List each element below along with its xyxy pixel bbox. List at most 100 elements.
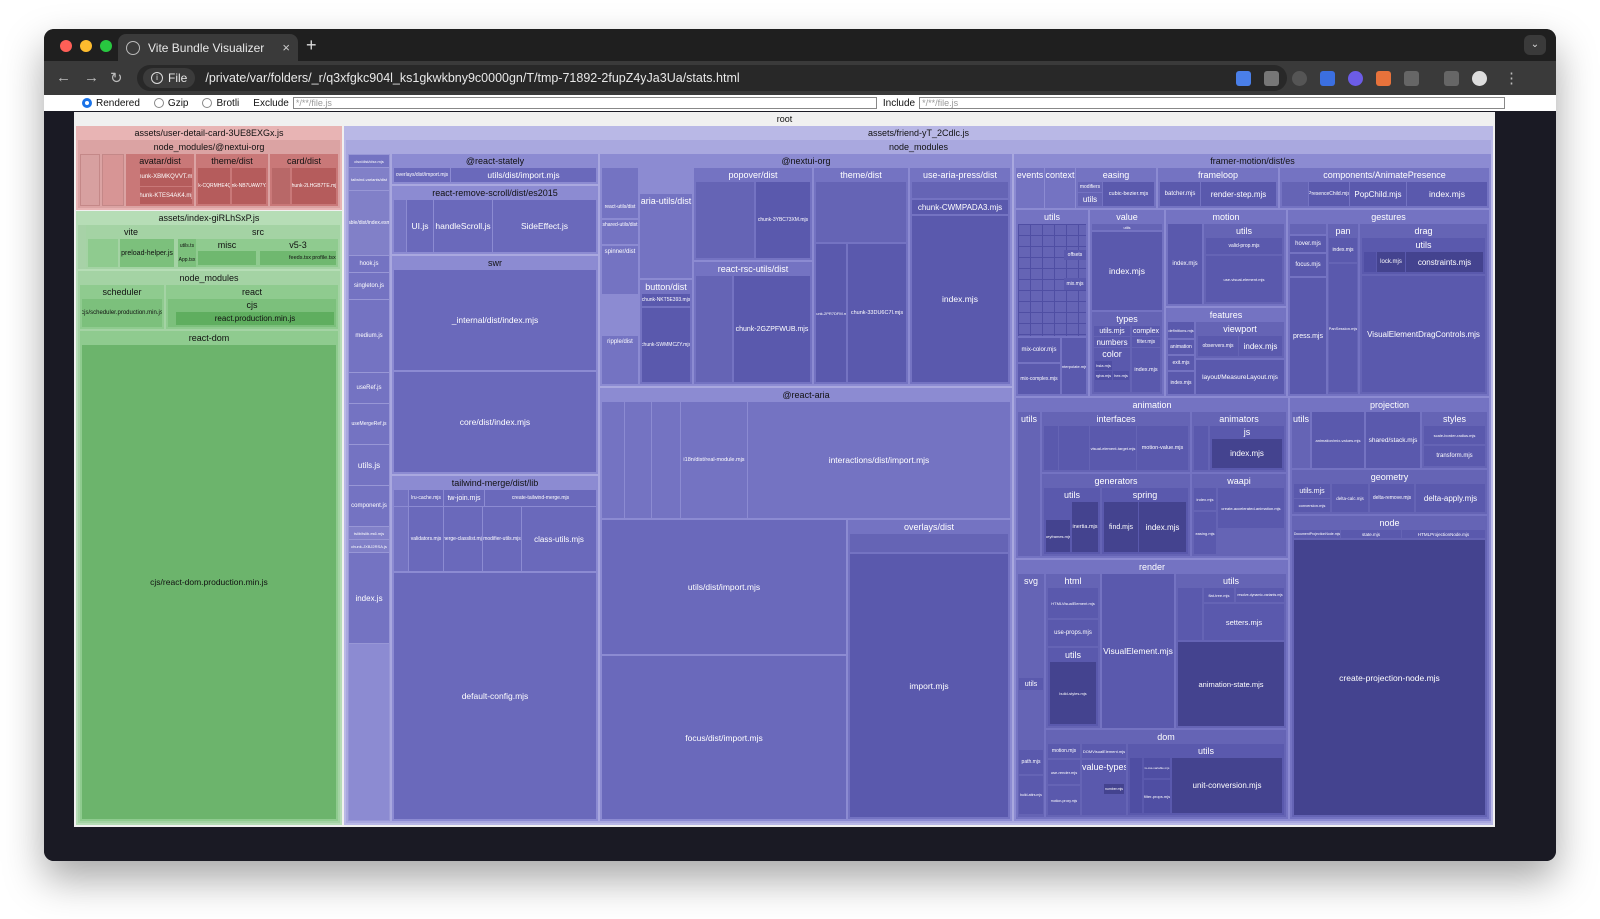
merge-classlist-file[interactable]: merge-classlist.mjs bbox=[444, 507, 482, 571]
utils-js-file[interactable]: utils.js bbox=[349, 445, 389, 485]
validators-file[interactable]: validators.mjs bbox=[409, 507, 443, 571]
swr-core-file[interactable]: core/dist/index.mjs bbox=[394, 372, 596, 472]
sideeffect-file[interactable]: SideEffect.js bbox=[493, 200, 596, 252]
drag-utils-folder[interactable]: utils lock.mjs constraints.mjs bbox=[1362, 238, 1485, 274]
svg-folder[interactable]: svg utils path.mjs build-attrs.mjs bbox=[1018, 574, 1044, 817]
html-folder[interactable]: html HTMLVisualElement.mjs use-props.mjs… bbox=[1046, 574, 1100, 728]
value-index-file[interactable]: index.mjs bbox=[1092, 232, 1162, 310]
react-remove-scroll-folder[interactable]: react-remove-scroll/dist/es2015 UI.js ha… bbox=[392, 186, 598, 254]
card-chunk[interactable]: chunk-2LHGB7TE.mjs bbox=[292, 168, 336, 204]
render-step-file[interactable]: render-step.mjs bbox=[1201, 182, 1276, 206]
types-index-file[interactable]: index.mjs bbox=[1132, 348, 1160, 392]
default-config-file[interactable]: default-config.mjs bbox=[394, 573, 596, 819]
gestures-small[interactable] bbox=[1290, 224, 1326, 234]
index-node-modules[interactable]: node_modules scheduler cjs/scheduler.pro… bbox=[78, 271, 340, 823]
ap-index-file[interactable]: index.mjs bbox=[1407, 182, 1487, 206]
is-css-variable-file[interactable]: is-css-variable.mjs bbox=[1144, 758, 1170, 778]
animation-folder[interactable]: animation utils interfaces visual-elemen… bbox=[1016, 398, 1288, 558]
find-file[interactable]: find.mjs bbox=[1104, 502, 1138, 552]
overlays-import-file[interactable]: import.mjs bbox=[850, 554, 1008, 817]
value-types-folder[interactable]: value-types number.mjs bbox=[1082, 760, 1126, 815]
drag-folder[interactable]: drag utils lock.mjs constraints.mjs Visu… bbox=[1360, 224, 1487, 394]
user-detail-small-chunk[interactable] bbox=[102, 154, 124, 206]
tabbable-file[interactable]: tabbable/dist/index.esm.mjs bbox=[349, 191, 389, 255]
anim-utils-folder[interactable]: utils bbox=[1018, 412, 1040, 556]
dom-utils-folder[interactable]: utils is-css-variable.mjs filter-props.m… bbox=[1128, 744, 1284, 815]
friend-node-modules[interactable]: node_modules clsx/dist/clsx.mjs tailwind… bbox=[346, 140, 1491, 823]
avatar-chunk[interactable]: chunk-XBMKQVVT.mjs bbox=[140, 168, 192, 186]
close-tab-icon[interactable]: × bbox=[282, 40, 290, 55]
gear-extension-icon[interactable] bbox=[1348, 71, 1363, 86]
rendered-radio-dot[interactable] bbox=[82, 98, 92, 108]
dom-folder[interactable]: dom motion.mjs DOMVisualElement.mjs use-… bbox=[1046, 730, 1286, 817]
scheduler-folder[interactable]: scheduler cjs/scheduler.production.min.j… bbox=[80, 285, 164, 329]
svg-utils-folder[interactable]: utils bbox=[1019, 678, 1043, 690]
state-file[interactable]: state.mjs bbox=[1341, 530, 1401, 538]
minimize-window-button[interactable] bbox=[80, 40, 92, 52]
gestures-folder[interactable]: gestures hover.mjs focus.mjs press.mjs p… bbox=[1288, 210, 1489, 396]
gzip-radio-dot[interactable] bbox=[153, 98, 164, 108]
rendered-radio[interactable]: Rendered bbox=[82, 98, 140, 109]
swr-folder[interactable]: swr _internal/dist/index.mjs core/dist/i… bbox=[392, 256, 598, 474]
resolve-dynamic-variants-file[interactable]: resolve-dynamic-variants.mjs bbox=[1236, 588, 1284, 602]
card-small-chunk[interactable] bbox=[272, 168, 290, 204]
circle-extension-icon[interactable] bbox=[1292, 71, 1307, 86]
interfaces-small[interactable] bbox=[1059, 426, 1089, 470]
tailwind-variants-folder[interactable]: tailwind-variants/dist bbox=[349, 168, 389, 190]
react-production-file[interactable]: react.production.min.js bbox=[176, 312, 334, 325]
batcher-file[interactable]: batcher.mjs bbox=[1160, 182, 1200, 206]
create-tailwind-merge-file[interactable]: create-tailwind-merge.mjs bbox=[485, 490, 596, 506]
value-folder[interactable]: value utils index.mjs types utils.mjs nu… bbox=[1090, 210, 1164, 396]
html-utils-folder[interactable]: utils build-styles.mjs bbox=[1048, 648, 1098, 726]
modifier-utils-file[interactable]: modifier-utils.mjs bbox=[483, 507, 521, 571]
forward-icon[interactable]: → bbox=[84, 69, 99, 86]
sidepanel-icon[interactable] bbox=[1444, 71, 1459, 86]
theme-chunk[interactable]: chunk-NB7UAW7Y.mjs bbox=[232, 168, 266, 204]
use-props-file[interactable]: use-props.mjs bbox=[1048, 620, 1098, 646]
src-folder[interactable]: src utils.ts App.tsx misc v5-3 feeds.tsx… bbox=[176, 225, 340, 269]
color-folder[interactable]: color hsla.mjs rgba.mjs hex.mjs bbox=[1094, 348, 1130, 392]
friend-asset[interactable]: assets/friend-yT_2Cdlc.js node_modules c… bbox=[344, 126, 1493, 825]
overlays-folder[interactable]: overlays/dist import.mjs bbox=[848, 520, 1010, 819]
mix-color-file[interactable]: mix-color.mjs bbox=[1018, 338, 1060, 362]
create-accelerated-file[interactable]: create-accelerated-animation.mjs bbox=[1218, 488, 1284, 528]
frameloop-folder[interactable]: frameloop batcher.mjs render-step.mjs bbox=[1158, 168, 1278, 208]
html-visual-element-file[interactable]: HTMLVisualElement.mjs bbox=[1048, 588, 1098, 618]
rsc-chunk[interactable]: chunk-2GZPFWUB.mjs bbox=[734, 276, 810, 382]
aria-utils-folder[interactable]: aria-utils/dist bbox=[640, 194, 692, 278]
gzip-radio[interactable]: Gzip bbox=[153, 98, 188, 109]
visual-element-target-file[interactable]: visual-element-target.mjs bbox=[1090, 426, 1136, 470]
easing-folder[interactable]: easing modifiers utils cubic-bezier.mjs bbox=[1076, 168, 1156, 208]
site-info-chip[interactable]: i File bbox=[143, 68, 196, 88]
react-stately-folder[interactable]: @react-stately overlays/dist/import.mjs … bbox=[392, 154, 598, 184]
spring-index-file[interactable]: index.mjs bbox=[1139, 502, 1186, 552]
motion-proxy-file[interactable]: motion-proxy.mjs bbox=[1048, 786, 1080, 815]
fm-utils-folder[interactable]: utils offsets mix.mjs mix-color.mjs mix-… bbox=[1016, 210, 1088, 396]
framer-motion-folder[interactable]: framer-motion/dist/es events context eas… bbox=[1014, 154, 1491, 821]
path-file[interactable]: path.mjs bbox=[1019, 750, 1043, 774]
react-aria-small[interactable] bbox=[652, 402, 680, 518]
clsx-file[interactable]: clsx/dist/clsx.mjs bbox=[349, 155, 389, 167]
delta-calc-file[interactable]: delta-calc.mjs bbox=[1332, 484, 1368, 512]
observers-file[interactable]: observers.mjs bbox=[1198, 336, 1238, 356]
avatar[interactable] bbox=[1472, 71, 1487, 86]
exclude-input[interactable]: */**/file.js bbox=[292, 97, 877, 109]
rgba-file[interactable]: rgba.mjs bbox=[1095, 371, 1112, 380]
dom-visual-element-file[interactable]: DOMVisualElement.mjs bbox=[1082, 744, 1126, 758]
back-icon[interactable]: ← bbox=[56, 69, 71, 86]
styles-folder[interactable]: styles scale-border-radius.mjs transform… bbox=[1422, 412, 1487, 468]
js-index-file[interactable]: index.mjs bbox=[1212, 439, 1282, 468]
interactions-file[interactable]: interactions/dist/import.mjs bbox=[748, 402, 1010, 518]
popover-small-chunks[interactable] bbox=[696, 182, 754, 258]
interfaces-folder[interactable]: interfaces visual-element-target.mjs mot… bbox=[1042, 412, 1190, 472]
lock-file[interactable]: lock.mjs bbox=[1377, 252, 1405, 272]
animation-state-file[interactable]: animation-state.mjs bbox=[1178, 642, 1284, 726]
features-folder[interactable]: features definitions.mjs animation exit.… bbox=[1166, 308, 1286, 396]
misc-files[interactable] bbox=[198, 251, 256, 265]
render-folder[interactable]: render svg utils path.mjs build-attrs.mj… bbox=[1016, 560, 1288, 819]
build-styles-file[interactable]: build-styles.mjs bbox=[1050, 662, 1096, 724]
ui-file[interactable]: UI.js bbox=[407, 200, 433, 252]
numbers-folder[interactable]: numbers bbox=[1094, 337, 1130, 347]
delta-remove-file[interactable]: delta-remove.mjs bbox=[1370, 484, 1414, 512]
theme-chunk[interactable]: chunk-33DU6C7I.mjs bbox=[848, 244, 906, 382]
